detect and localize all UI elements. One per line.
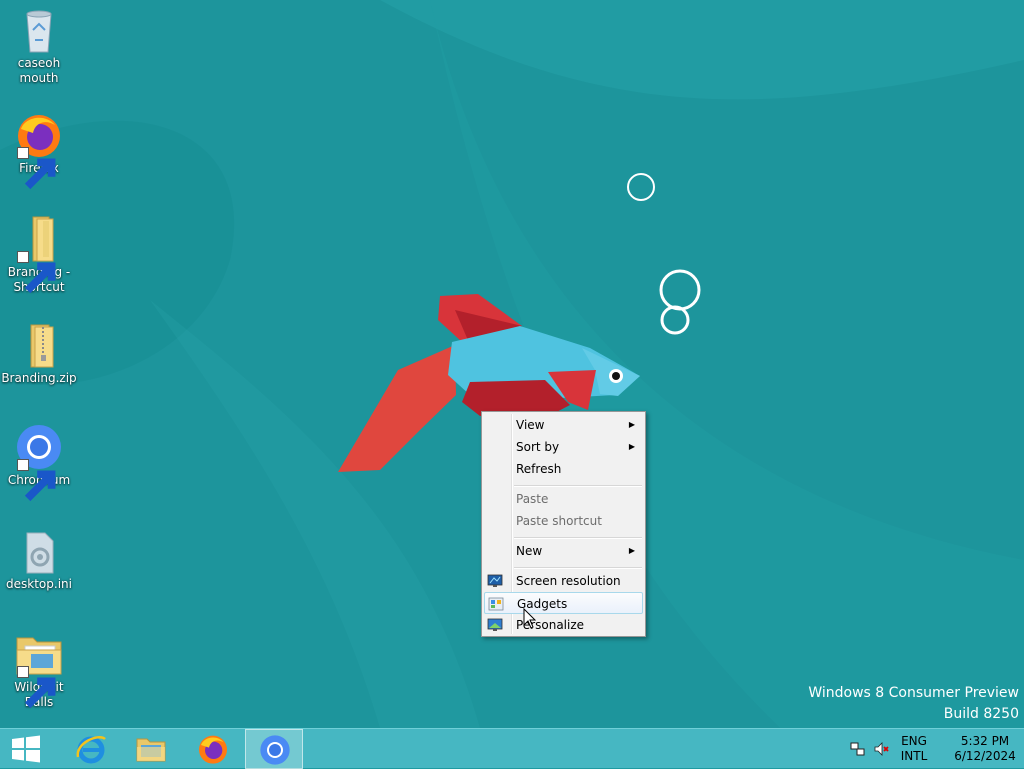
desktop-icon-label: desktop.ini	[6, 577, 72, 591]
mouse-cursor-icon	[523, 608, 537, 629]
shortcut-arrow-icon	[17, 459, 56, 502]
menu-item-screen-resolution[interactable]: Screen resolution	[484, 570, 643, 592]
screen-resolution-icon	[487, 574, 503, 587]
firefox-icon	[199, 735, 227, 764]
watermark-build: Build 8250	[943, 706, 1019, 722]
desktop-icon-label: Branding.zip	[1, 371, 77, 385]
taskbar-file-explorer[interactable]	[122, 729, 180, 769]
start-button[interactable]	[0, 729, 52, 769]
menu-item-personalize[interactable]: Personalize	[484, 614, 643, 636]
taskbar: ENG INTL 5:32 PM 6/12/2024	[0, 728, 1024, 769]
submenu-arrow-icon: ▶	[628, 420, 635, 429]
watermark-edition: Windows 8 Consumer Preview	[808, 685, 1019, 701]
desktop-icon-desktop-ini[interactable]: desktop.ini	[1, 527, 77, 592]
submenu-arrow-icon: ▶	[628, 546, 635, 555]
file-explorer-icon	[136, 738, 166, 762]
menu-item-paste-shortcut[interactable]: Paste shortcut	[484, 510, 643, 532]
recycle-bin-icon	[26, 10, 52, 53]
submenu-arrow-icon: ▶	[628, 442, 635, 451]
desktop-icon-firefox[interactable]: Firefox	[1, 111, 77, 190]
desktop-icon-branding-zip[interactable]: Branding.zip	[1, 321, 77, 386]
system-tray: ENG INTL 5:32 PM 6/12/2024	[844, 729, 1024, 769]
menu-item-paste[interactable]: Paste	[484, 488, 643, 510]
clock[interactable]: 5:32 PM 6/12/2024	[952, 734, 1018, 764]
desktop[interactable]: caseoh mouth Firefox Branding - Shortcut…	[0, 0, 1024, 728]
desktop-icon-label: caseoh mouth	[17, 56, 61, 85]
personalize-icon	[487, 618, 503, 631]
windows-watermark: Windows 8 Consumer Preview Build 8250	[808, 683, 1019, 725]
shortcut-arrow-icon	[17, 251, 56, 294]
desktop-context-menu: View ▶ Sort by ▶ Refresh Paste Paste sho…	[481, 411, 646, 637]
menu-separator	[514, 537, 642, 539]
menu-separator	[514, 485, 642, 487]
volume-muted-icon[interactable]	[874, 741, 890, 757]
taskbar-chromium[interactable]	[245, 729, 303, 769]
input-language[interactable]: ENG INTL	[894, 734, 934, 764]
chromium-icon	[260, 735, 290, 765]
taskbar-firefox[interactable]	[184, 729, 242, 769]
menu-item-view[interactable]: View ▶	[484, 414, 643, 436]
desktop-icon-branding-shortcut[interactable]: Branding - Shortcut	[1, 215, 77, 295]
zip-folder-icon	[30, 324, 54, 368]
menu-item-sort-by[interactable]: Sort by ▶	[484, 436, 643, 458]
menu-item-refresh[interactable]: Refresh	[484, 458, 643, 480]
windows-logo-icon	[12, 735, 40, 763]
internet-explorer-icon	[76, 736, 106, 764]
shortcut-arrow-icon	[17, 666, 56, 709]
menu-item-gadgets[interactable]: Gadgets	[484, 592, 643, 614]
menu-item-new[interactable]: New ▶	[484, 540, 643, 562]
taskbar-internet-explorer[interactable]	[62, 729, 120, 769]
desktop-icon-chromium[interactable]: Chromium	[1, 423, 77, 502]
shortcut-arrow-icon	[17, 147, 56, 190]
desktop-icon-recycle-bin[interactable]: caseoh mouth	[1, 6, 77, 86]
network-icon[interactable]	[850, 741, 866, 757]
settings-file-icon	[26, 532, 54, 574]
menu-separator	[514, 567, 642, 569]
gadgets-icon	[488, 597, 504, 611]
desktop-icon-wildshit-balls[interactable]: WildShit Balls	[1, 630, 77, 710]
